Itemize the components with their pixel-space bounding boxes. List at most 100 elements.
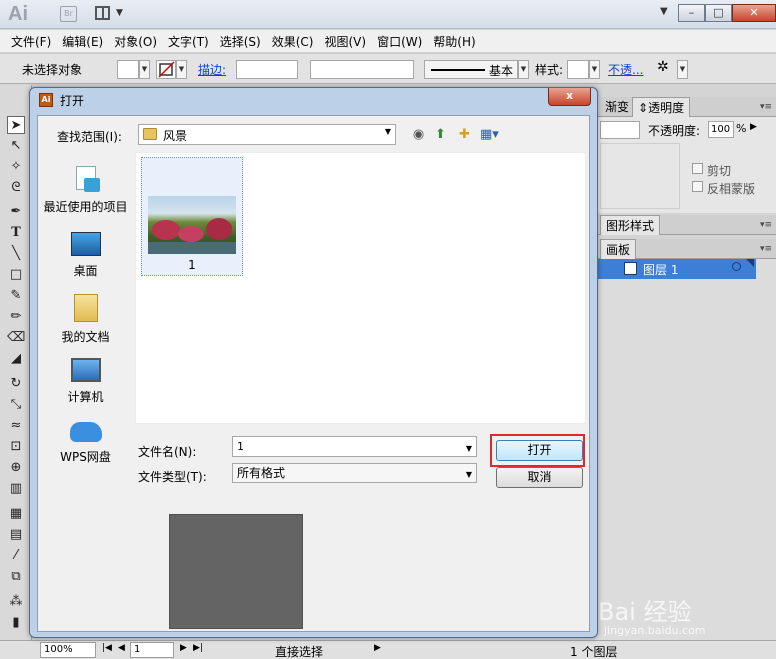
pen-tool-icon[interactable]: ✒ (7, 203, 25, 221)
place-recent[interactable]: 最近使用的项目 (38, 166, 133, 215)
file-item[interactable]: 1 (141, 157, 243, 276)
rectangle-tool-icon[interactable]: □ (7, 266, 25, 284)
desktop-icon (70, 232, 101, 256)
bridge-button[interactable]: Br (60, 6, 77, 22)
filename-input[interactable]: 1 ▼ (232, 436, 477, 457)
fill-dropdown[interactable]: ▼ (139, 60, 150, 79)
view-menu-icon[interactable]: ▦▾ (480, 126, 499, 143)
tab-artboards[interactable]: 画板 (600, 239, 637, 259)
stroke-swatch[interactable] (156, 60, 176, 79)
type-tool-icon[interactable]: T (7, 224, 25, 242)
stroke-label-link[interactable]: 描边: (198, 61, 226, 78)
lasso-tool-icon[interactable]: ᘓ (7, 179, 25, 197)
chevron-down-icon: ▼ (465, 470, 472, 479)
tab-gradient[interactable]: 渐变 (600, 97, 634, 117)
opacity-unit: % (736, 122, 747, 135)
clip-checkbox[interactable] (692, 163, 703, 174)
blend-tool-icon[interactable]: ⧉ (7, 568, 25, 586)
back-icon[interactable]: ◉ (410, 126, 427, 143)
menu-select[interactable]: 选择(S) (215, 33, 266, 50)
brush-definition[interactable]: 基本 (424, 60, 518, 79)
magic-wand-tool-icon[interactable]: ✧ (7, 158, 25, 176)
clip-label: 剪切 (707, 164, 732, 178)
minimize-button[interactable]: – (678, 4, 705, 22)
new-folder-icon[interactable]: ✚ (456, 126, 473, 143)
stroke-dropdown[interactable]: ▼ (176, 60, 187, 79)
dialog-close-button[interactable]: x (548, 88, 591, 106)
eyedropper-tool-icon[interactable]: ⁄ (7, 547, 25, 565)
paintbrush-tool-icon[interactable]: ✎ (7, 287, 25, 305)
layer-row[interactable]: 图层 1 (596, 259, 756, 279)
app-titlebar: Ai Br ▼ ▼ – □ ✕ (0, 0, 776, 29)
file-name: 1 (188, 258, 196, 272)
prev-page-icon[interactable]: ◀ (118, 643, 125, 653)
tab-graphic-styles[interactable]: 图形样式 (600, 215, 661, 235)
opacity-input[interactable]: 100 (708, 121, 734, 138)
filetype-select[interactable]: 所有格式 ▼ (232, 463, 477, 483)
panel-menu-icon[interactable]: ▾≡ (760, 244, 772, 254)
shape-builder-tool-icon[interactable]: ⊕ (7, 459, 25, 477)
place-wps-cloud[interactable]: WPS网盘 (38, 422, 133, 465)
opacity-link[interactable]: 不透... (608, 61, 643, 78)
variable-width-profile[interactable] (310, 60, 414, 79)
free-transform-tool-icon[interactable]: ⊡ (7, 438, 25, 456)
page-field[interactable]: 1 (130, 642, 174, 658)
selection-status: 未选择对象 (22, 63, 83, 77)
tab-transparency[interactable]: ⇕透明度 (632, 97, 691, 117)
place-documents[interactable]: 我的文档 (38, 294, 133, 345)
target-icon[interactable] (732, 262, 741, 271)
up-folder-icon[interactable]: ⬆ (432, 126, 449, 143)
rotate-tool-icon[interactable]: ↻ (7, 375, 25, 393)
recolor-dropdown[interactable]: ▼ (677, 60, 688, 79)
perspective-grid-tool-icon[interactable]: ▥ (7, 480, 25, 498)
panel-menu-icon[interactable]: ▾≡ (760, 102, 772, 112)
chevron-down-icon[interactable]: ▼ (466, 439, 472, 458)
maximize-button[interactable]: □ (705, 4, 732, 22)
menu-file[interactable]: 文件(F) (6, 33, 56, 50)
style-swatch[interactable] (567, 60, 589, 79)
menu-help[interactable]: 帮助(H) (428, 33, 480, 50)
brush-dropdown[interactable]: ▼ (518, 60, 529, 79)
column-graph-tool-icon[interactable]: ▮ (7, 614, 25, 632)
pencil-tool-icon[interactable]: ✏ (7, 308, 25, 326)
workspace-dropdown-icon[interactable]: ▼ (660, 6, 668, 17)
menu-type[interactable]: 文字(T) (163, 33, 214, 50)
menu-edit[interactable]: 编辑(E) (57, 33, 108, 50)
panel-menu-icon[interactable]: ▾≡ (760, 220, 772, 230)
direct-selection-tool-icon[interactable]: ↖ (7, 137, 25, 155)
blend-mode-select[interactable] (600, 121, 640, 139)
mesh-tool-icon[interactable]: ▦ (7, 505, 25, 523)
stroke-weight-field[interactable] (236, 60, 298, 79)
fill-swatch[interactable] (117, 60, 139, 79)
blob-brush-tool-icon[interactable]: ⌫ (7, 329, 25, 347)
opacity-dropdown-icon[interactable]: ▶ (750, 122, 757, 132)
zoom-field[interactable]: 100% (40, 642, 96, 658)
lookin-select[interactable]: 风景 ▼ (138, 124, 396, 145)
place-computer[interactable]: 计算机 (38, 358, 133, 405)
scale-tool-icon[interactable]: ⤡ (7, 396, 25, 414)
open-button[interactable]: 打开 (496, 440, 583, 461)
symbol-sprayer-tool-icon[interactable]: ⁂ (7, 593, 25, 611)
menu-window[interactable]: 窗口(W) (372, 33, 427, 50)
status-menu-icon[interactable]: ▶ (374, 643, 381, 653)
place-desktop[interactable]: 桌面 (38, 232, 133, 279)
selection-tool-icon[interactable]: ➤ (7, 116, 25, 134)
cancel-button[interactable]: 取消 (496, 467, 583, 488)
next-page-icon[interactable]: ▶ (180, 643, 187, 653)
invert-mask-checkbox[interactable] (692, 181, 703, 192)
place-computer-label: 计算机 (67, 390, 104, 404)
first-page-icon[interactable]: |◀ (102, 643, 112, 653)
last-page-icon[interactable]: ▶| (193, 643, 203, 653)
recolor-icon[interactable]: ✲ (657, 59, 669, 75)
gradient-tool-icon[interactable]: ▤ (7, 526, 25, 544)
arrange-documents-button[interactable]: ▼ (95, 6, 125, 22)
menu-object[interactable]: 对象(O) (109, 33, 162, 50)
menu-view[interactable]: 视图(V) (319, 33, 371, 50)
line-tool-icon[interactable]: ╲ (7, 245, 25, 263)
eraser-tool-icon[interactable]: ◢ (7, 350, 25, 368)
warp-tool-icon[interactable]: ≈ (7, 417, 25, 435)
close-button[interactable]: ✕ (732, 4, 776, 22)
style-dropdown[interactable]: ▼ (589, 60, 600, 79)
menu-effect[interactable]: 效果(C) (267, 33, 319, 50)
layer-name: 图层 1 (643, 263, 679, 277)
